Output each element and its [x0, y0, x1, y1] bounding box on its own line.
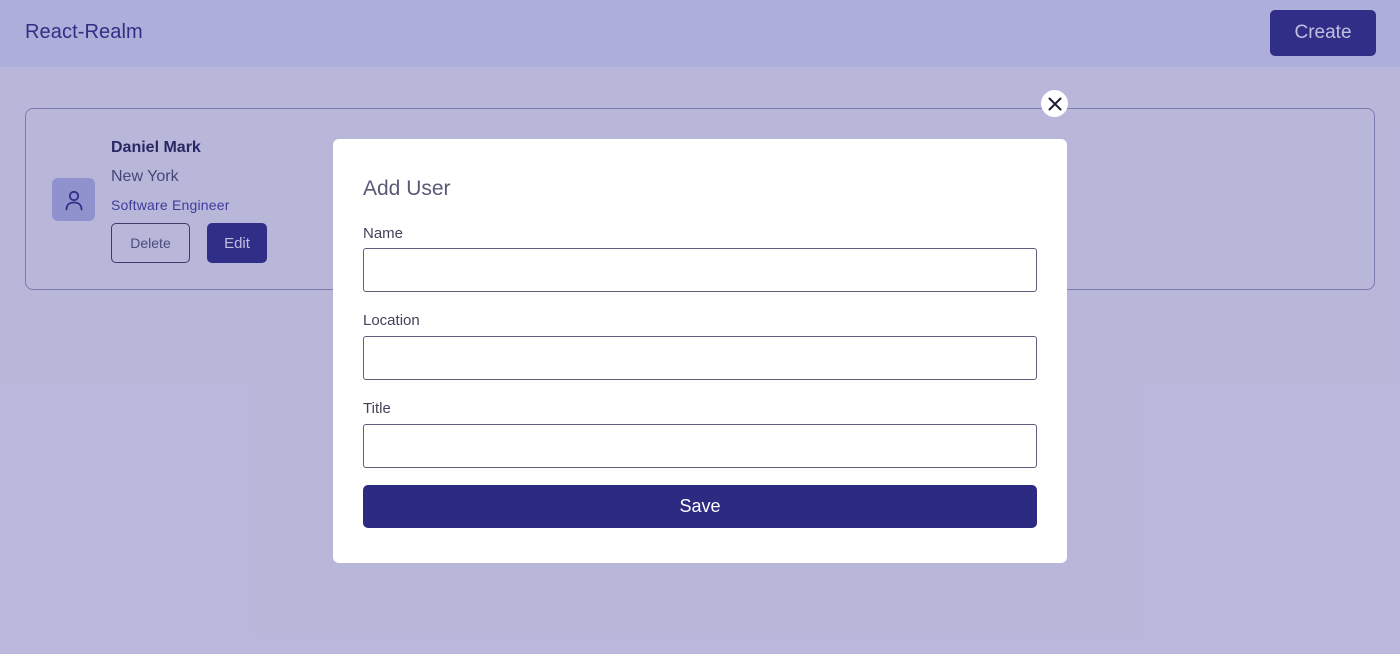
title-input[interactable] — [363, 424, 1037, 468]
close-icon — [1048, 97, 1061, 110]
modal-title: Add User — [363, 177, 451, 200]
close-modal-button[interactable] — [1041, 90, 1068, 117]
name-input[interactable] — [363, 248, 1037, 292]
save-button[interactable]: Save — [363, 485, 1037, 528]
location-input[interactable] — [363, 336, 1037, 380]
title-label: Title — [363, 400, 391, 417]
name-label: Name — [363, 225, 404, 242]
location-label: Location — [363, 312, 420, 329]
modal-overlay[interactable]: Add User Name Location Title Save — [0, 0, 1400, 654]
add-user-modal: Add User Name Location Title Save — [333, 139, 1067, 563]
